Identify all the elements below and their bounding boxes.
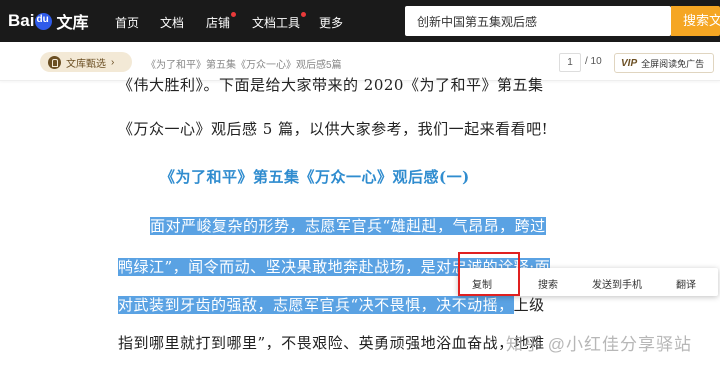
search-selection-button[interactable]: 搜索 — [538, 276, 558, 291]
section-heading: 《为了和平》第五集《万众一心》观后感(一) — [160, 166, 470, 187]
search-input[interactable] — [415, 13, 669, 29]
selected-text[interactable]: 面对严峻复杂的形势，志愿军官兵“雄赳赳，气昂昂，跨过 — [150, 217, 546, 235]
translate-button[interactable]: 翻译 — [676, 276, 696, 291]
selected-text[interactable]: 对武装到牙齿的强敌，志愿军官兵“决不畏惧，决不动摇， — [118, 296, 514, 314]
doc-text: 上级 — [513, 296, 545, 314]
search-box[interactable] — [405, 6, 671, 36]
page-total: / 10 — [585, 56, 602, 67]
copy-highlight-box — [458, 252, 520, 296]
vip-icon: VIP — [621, 57, 638, 69]
notification-dot — [301, 12, 306, 17]
lock-icon — [48, 55, 61, 69]
send-to-phone-button[interactable]: 发送到手机 — [592, 276, 642, 291]
pill-label: 文库甄选 — [66, 58, 106, 70]
doc-title: 《为了和平》第五集《万众一心》观后感5篇 — [146, 60, 342, 71]
doc-text: 指到哪里就打到哪里”，不畏艰险、英勇顽强地浴血奋战， — [118, 334, 514, 352]
watermark: 知乎 @小红佳分享驿站 — [506, 335, 692, 354]
chevron-right-icon: › — [111, 56, 115, 68]
wenku-selection-pill[interactable]: 文库甄选 › — [40, 52, 132, 72]
doc-line: 《万众一心》观后感 5 篇，以供大家参考，我们一起来看看吧! — [118, 120, 549, 138]
nav-docs[interactable]: 文档 — [160, 14, 184, 31]
top-nav-bar: Bai 文库 首页 文档 店铺 文档工具 更多 搜索文档 — [0, 0, 720, 42]
paw-icon — [35, 12, 53, 30]
logo-suffix: 文库 — [56, 15, 89, 32]
baidu-wenku-logo[interactable]: Bai 文库 — [8, 10, 88, 32]
doc-line: 《伟大胜利》。下面是给大家带来的 2020《为了和平》第五集 — [118, 76, 544, 94]
nav-home[interactable]: 首页 — [115, 14, 139, 31]
nav-shop[interactable]: 店铺 — [206, 14, 230, 31]
nav-doc-tools[interactable]: 文档工具 — [252, 14, 300, 31]
notification-dot — [231, 12, 236, 17]
logo-text: Bai — [8, 11, 35, 30]
search-button[interactable]: 搜索文档 — [671, 6, 720, 36]
vip-fullscreen-button[interactable]: VIP 全屏阅读免广告 — [614, 53, 714, 73]
nav-more[interactable]: 更多 — [319, 14, 343, 31]
page-number-input[interactable]: 1 — [559, 53, 581, 72]
doc-line-selected[interactable]: 对武装到牙齿的强敌，志愿军官兵“决不畏惧，决不动摇，上级 — [118, 294, 545, 315]
doc-line: 指到哪里就打到哪里”，不畏艰险、英勇顽强地浴血奋战，地难 — [118, 332, 545, 353]
doc-line-selected[interactable]: 面对严峻复杂的形势，志愿军官兵“雄赳赳，气昂昂，跨过 — [150, 215, 546, 236]
selected-text[interactable]: 鸭绿江”，闻令而动、坚决果敢地奔赴战场， — [118, 258, 421, 276]
heading-text: 《为了和平》第五集《万众一心》观后感(一) — [160, 168, 470, 186]
vip-label: 全屏阅读免广告 — [641, 58, 705, 69]
